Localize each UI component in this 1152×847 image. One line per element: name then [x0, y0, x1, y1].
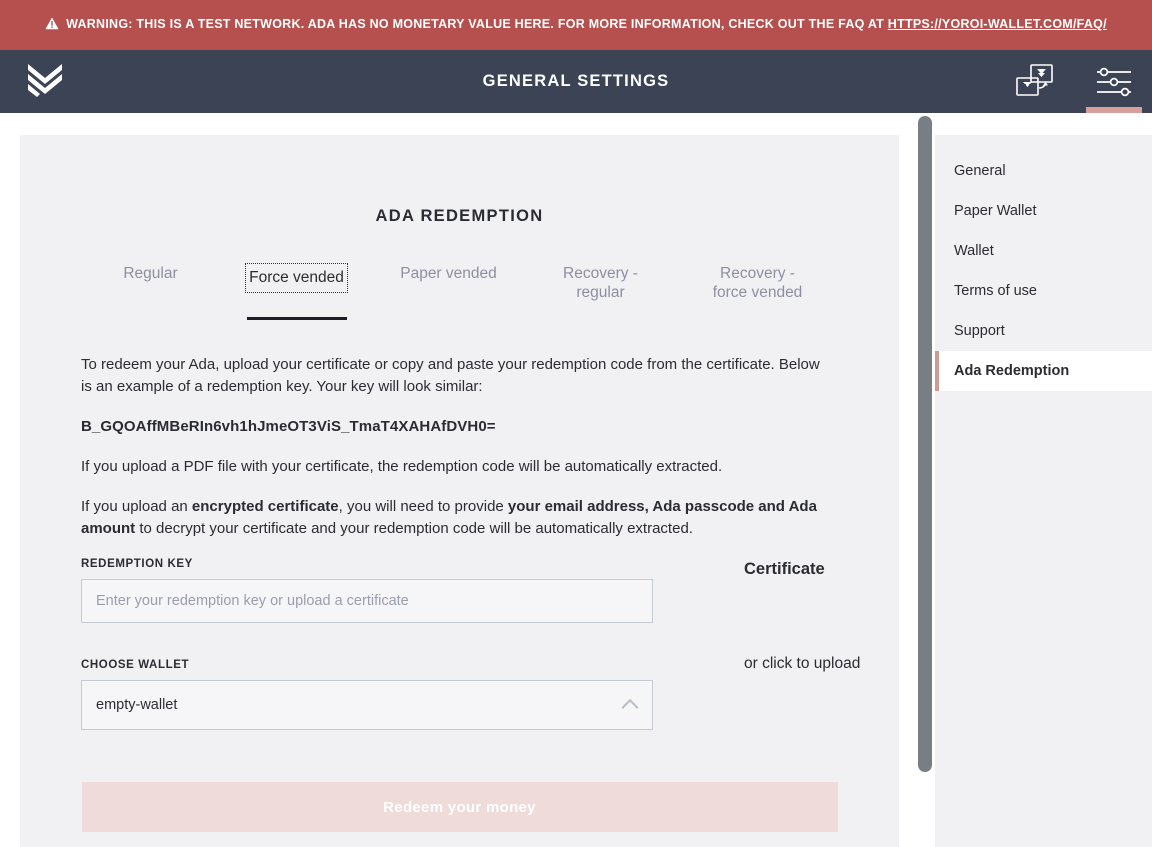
tab-regular[interactable]: Regular — [81, 258, 221, 320]
ada-redemption-panel: ADA REDEMPTION Regular Force vended Pape… — [20, 135, 899, 847]
encrypted-note-part2: , you will need to provide — [338, 498, 508, 515]
tab-paper-vended-label: Paper vended — [400, 265, 497, 282]
example-redemption-key: B_GQOAffMBeRIn6vh1hJmeOT3ViS_TmaT4XAHAfD… — [81, 418, 496, 435]
instructions-intro: To redeem your Ada, upload your certific… — [81, 356, 820, 395]
certificate-title: Certificate — [744, 560, 825, 578]
warning-triangle-icon — [45, 16, 59, 37]
certificate-upload-hint: or click to upload — [744, 655, 861, 672]
top-app-bar: GENERAL SETTINGS — [0, 50, 1152, 113]
page-title: ADA REDEMPTION — [375, 207, 544, 225]
encrypted-note-part3: to decrypt your certificate and your red… — [135, 520, 693, 537]
page-title-header: GENERAL SETTINGS — [482, 72, 670, 90]
choose-wallet-select[interactable]: empty-wallet — [81, 680, 653, 730]
wallet-transfer-icon[interactable] — [1000, 50, 1076, 113]
tab-recovery-regular-label-line1: Recovery - — [563, 265, 638, 282]
sidebar-item-paper-wallet[interactable]: Paper Wallet — [935, 191, 1152, 231]
topbar-icon-group — [1000, 50, 1152, 113]
tab-regular-label: Regular — [123, 265, 178, 282]
test-network-warning-banner: WARNING: THIS IS A TEST NETWORK. ADA HAS… — [0, 0, 1152, 50]
warning-message: WARNING: THIS IS A TEST NETWORK. ADA HAS… — [66, 16, 888, 31]
tab-force-vended[interactable]: Force vended — [221, 258, 373, 320]
sidebar-item-terms-of-use[interactable]: Terms of use — [935, 271, 1152, 311]
instructions-pdf-note: If you upload a PDF file with your certi… — [81, 458, 723, 475]
tab-recovery-force-vended[interactable]: Recovery - force vended — [677, 258, 839, 320]
redeem-money-button[interactable]: Redeem your money — [81, 782, 838, 832]
encrypted-note-part1: If you upload an — [81, 498, 192, 515]
tab-recovery-regular-label-line2: regular — [576, 284, 625, 301]
encrypted-certificate-emphasis: encrypted certificate — [191, 498, 339, 515]
scrollbar-thumb[interactable] — [918, 116, 932, 772]
sidebar-item-support[interactable]: Support — [935, 311, 1152, 351]
sidebar-item-terms-of-use-label: Terms of use — [954, 283, 1037, 299]
sidebar-item-support-label: Support — [954, 323, 1005, 339]
tab-paper-vended[interactable]: Paper vended — [373, 258, 525, 320]
settings-menu-list: General Paper Wallet Wallet Terms of use… — [935, 135, 1152, 391]
instructions-block: To redeem your Ada, upload your certific… — [81, 354, 837, 540]
sidebar-item-wallet[interactable]: Wallet — [935, 231, 1152, 271]
chevron-up-icon — [621, 698, 639, 716]
sidebar-item-ada-redemption-label: Ada Redemption — [954, 363, 1070, 379]
tab-recovery-regular[interactable]: Recovery - regular — [525, 258, 677, 320]
redemption-form: REDEMPTION KEY CHOOSE WALLET empty-walle… — [81, 558, 899, 730]
settings-sliders-icon[interactable] — [1076, 50, 1152, 113]
choose-wallet-value: empty-wallet — [96, 697, 178, 713]
warning-text: WARNING: THIS IS A TEST NETWORK. ADA HAS… — [45, 14, 1107, 37]
redemption-key-input[interactable] — [81, 579, 653, 623]
tab-recovery-force-vended-label-line1: Recovery - — [720, 265, 795, 282]
sidebar-item-general-label: General — [954, 163, 1006, 179]
sidebar-item-ada-redemption[interactable]: Ada Redemption — [935, 351, 1152, 391]
sidebar-item-paper-wallet-label: Paper Wallet — [954, 203, 1037, 219]
redemption-type-tabs: Regular Force vended Paper vended Recove… — [20, 258, 899, 320]
tab-recovery-force-vended-label-line2: force vended — [712, 284, 803, 301]
instructions-encrypted-note: If you upload an encrypted certificate, … — [81, 496, 823, 540]
sidebar-item-general[interactable]: General — [935, 151, 1152, 191]
certificate-drop-zone[interactable]: Certificate or click to upload — [744, 558, 899, 673]
faq-link[interactable]: HTTPS://YOROI-WALLET.COM/FAQ/ — [888, 17, 1107, 31]
tab-force-vended-label: Force vended — [245, 263, 348, 293]
sidebar-item-wallet-label: Wallet — [954, 243, 994, 259]
settings-sidebar: General Paper Wallet Wallet Terms of use… — [935, 135, 1152, 847]
